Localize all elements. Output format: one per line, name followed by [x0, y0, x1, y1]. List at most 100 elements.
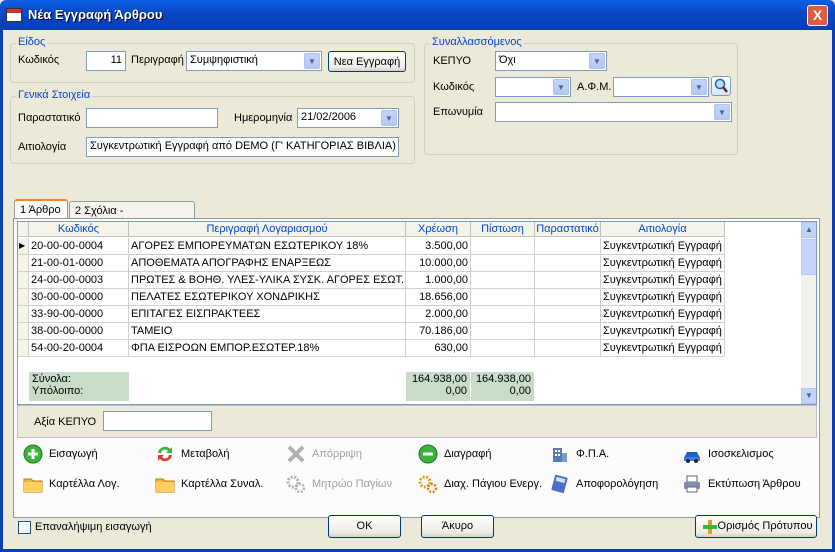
col-header-reason[interactable]: Αιτιολογία	[601, 222, 725, 237]
table-cell[interactable]: ΕΠΙΤΑΓΕΣ ΕΙΣΠΡΑΚΤΕΕΣ	[129, 306, 406, 323]
table-cell[interactable]: 70.186,00	[406, 323, 471, 340]
insert-action[interactable]: Εισαγωγή	[23, 443, 98, 465]
new-entry-button[interactable]: Νεα Εγγραφή	[328, 51, 406, 72]
table-cell[interactable]	[471, 238, 535, 255]
eidos-code-input[interactable]: 11	[86, 51, 126, 71]
table-cell[interactable]: 1.000,00	[406, 272, 471, 289]
table-cell[interactable]	[471, 340, 535, 357]
scroll-up-arrow[interactable]: ▲	[801, 222, 816, 238]
row-header[interactable]	[18, 323, 29, 340]
row-header[interactable]	[18, 340, 29, 357]
doc-input[interactable]	[86, 108, 218, 128]
modify-action[interactable]: Μεταβολή	[155, 443, 229, 465]
table-cell[interactable]: 20-00-00-0004	[29, 238, 129, 255]
col-header-doc[interactable]: Παραστατικό	[535, 222, 601, 237]
table-cell[interactable]: 18.656,00	[406, 289, 471, 306]
scroll-down-arrow[interactable]: ▼	[801, 388, 816, 404]
partner-card-action[interactable]: Καρτέλλα Συναλ.	[155, 473, 263, 495]
insert-label: Εισαγωγή	[49, 448, 98, 460]
table-cell[interactable]: 21-00-01-0000	[29, 255, 129, 272]
close-button[interactable]: X	[807, 5, 828, 26]
chevron-down-icon[interactable]: ▼	[381, 110, 397, 126]
col-header-credit[interactable]: Πίστωση	[471, 222, 535, 237]
table-cell[interactable]: ΦΠΑ ΕΙΣΡΟΩΝ ΕΜΠΟΡ.ΕΣΩΤΕΡ.18%	[129, 340, 406, 357]
table-cell[interactable]: 10.000,00	[406, 255, 471, 272]
table-cell[interactable]	[535, 238, 601, 255]
table-cell[interactable]: Συγκεντρωτική Εγγραφή	[601, 238, 725, 255]
table-cell[interactable]: Συγκεντρωτική Εγγραφή	[601, 255, 725, 272]
table-cell[interactable]	[535, 323, 601, 340]
chevron-down-icon[interactable]: ▼	[691, 79, 707, 95]
asset-mgmt-action[interactable]: Διαχ. Πάγιου Ενεργ.	[418, 473, 542, 495]
cancel-button[interactable]: Άκυρο	[421, 515, 494, 538]
row-header[interactable]	[18, 289, 29, 306]
partner-code-combo[interactable]: ▼	[495, 77, 571, 97]
table-cell[interactable]: Συγκεντρωτική Εγγραφή	[601, 289, 725, 306]
chevron-down-icon[interactable]: ▼	[553, 79, 569, 95]
table-cell[interactable]: 38-00-00-0000	[29, 323, 129, 340]
table-cell[interactable]	[471, 289, 535, 306]
scroll-thumb[interactable]	[801, 239, 816, 275]
repeat-checkbox[interactable]	[18, 521, 31, 534]
define-template-button[interactable]: Ορισμός Πρότυπου	[695, 515, 817, 538]
table-cell[interactable]: 630,00	[406, 340, 471, 357]
afm-combo[interactable]: ▼	[613, 77, 709, 97]
table-cell[interactable]	[535, 289, 601, 306]
table-cell[interactable]: 30-00-00-0000	[29, 289, 129, 306]
col-header-code[interactable]: Κωδικός	[29, 222, 129, 237]
tab-comments[interactable]: 2 Σχόλια - Παρατηρήσεις	[69, 201, 195, 229]
balance-action[interactable]: Ισοσκελισμος	[682, 443, 774, 465]
vat-action[interactable]: Φ.Π.Α.	[550, 443, 609, 465]
table-cell[interactable]: 54-00-20-0004	[29, 340, 129, 357]
repeat-label[interactable]: Επαναλήψιμη εισαγωγή	[35, 521, 152, 533]
asset-registry-action[interactable]: Μητρώο Παγίων	[286, 473, 392, 495]
table-cell[interactable]: ΑΠΟΘΕΜΑΤΑ ΑΠΟΓΡΑΦΗΣ ΕΝΑΡΞΕΩΣ	[129, 255, 406, 272]
col-header-debit[interactable]: Χρέωση	[406, 222, 471, 237]
table-cell[interactable]: Συγκεντρωτική Εγγραφή	[601, 340, 725, 357]
table-cell[interactable]	[471, 323, 535, 340]
chevron-down-icon[interactable]: ▼	[304, 53, 320, 69]
kepyo-combo[interactable]: Όχι ▼	[495, 51, 607, 71]
table-cell[interactable]: 33-90-00-0000	[29, 306, 129, 323]
date-picker[interactable]: 21/02/2006 ▼	[297, 108, 399, 128]
table-cell[interactable]	[471, 272, 535, 289]
name-combo[interactable]: ▼	[495, 102, 732, 122]
row-header[interactable]	[18, 306, 29, 323]
table-cell[interactable]: 2.000,00	[406, 306, 471, 323]
table-cell[interactable]	[471, 306, 535, 323]
col-header-desc[interactable]: Περιγραφή Λογαριασμού	[129, 222, 406, 237]
reason-input[interactable]: Συγκεντρωτική Εγγραφή από DEMO (Γ' ΚΑΤΗΓ…	[86, 137, 399, 157]
search-button[interactable]	[711, 76, 731, 96]
reject-action[interactable]: Απόρριψη	[286, 443, 362, 465]
table-cell[interactable]: ΤΑΜΕΙΟ	[129, 323, 406, 340]
print-action[interactable]: Εκτύπωση Άρθρου	[682, 473, 801, 495]
row-header[interactable]	[18, 272, 29, 289]
kepyo-value-input[interactable]	[103, 411, 212, 431]
table-cell[interactable]: ΠΡΩΤΕΣ & ΒΟΗΘ. ΥΛΕΣ-ΥΛΙΚΑ ΣΥΣΚ. ΑΓΟΡΕΣ Ε…	[129, 272, 406, 289]
eidos-desc-combo[interactable]: Συμψηφιστική ▼	[186, 51, 322, 71]
table-cell[interactable]	[471, 255, 535, 272]
table-cell[interactable]: 24-00-00-0003	[29, 272, 129, 289]
table-cell[interactable]: 3.500,00	[406, 238, 471, 255]
table-cell[interactable]	[535, 272, 601, 289]
row-header[interactable]	[18, 255, 29, 272]
row-header[interactable]: ▶	[18, 238, 29, 255]
entries-grid[interactable]: Κωδικός Περιγραφή Λογαριασμού Χρέωση Πίσ…	[17, 221, 817, 405]
table-cell[interactable]	[535, 306, 601, 323]
tax-settle-action[interactable]: Αποφορολόγηση	[550, 473, 658, 495]
table-cell[interactable]	[535, 340, 601, 357]
table-cell[interactable]	[535, 255, 601, 272]
chevron-down-icon[interactable]: ▼	[714, 104, 730, 120]
table-cell[interactable]: Συγκεντρωτική Εγγραφή	[601, 272, 725, 289]
ok-button[interactable]: OK	[328, 515, 401, 538]
table-cell[interactable]: Συγκεντρωτική Εγγραφή	[601, 306, 725, 323]
table-cell[interactable]: ΑΓΟΡΕΣ ΕΜΠΟΡΕΥΜΑΤΩΝ ΕΣΩΤΕΡΙΚΟΥ 18%	[129, 238, 406, 255]
delete-action[interactable]: Διαγραφή	[418, 443, 492, 465]
ledger-card-action[interactable]: Καρτέλλα Λογ.	[23, 473, 120, 495]
table-cell[interactable]: ΠΕΛΑΤΕΣ ΕΣΩΤΕΡΙΚΟΥ ΧΟΝΔΡΙΚΗΣ	[129, 289, 406, 306]
grid-scrollbar[interactable]: ▲ ▼	[801, 222, 816, 404]
credit-totals-cell: 164.938,00 0,00	[471, 372, 534, 401]
table-cell[interactable]: Συγκεντρωτική Εγγραφή	[601, 323, 725, 340]
chevron-down-icon[interactable]: ▼	[589, 53, 605, 69]
tab-article[interactable]: 1 Άρθρο	[14, 199, 68, 219]
